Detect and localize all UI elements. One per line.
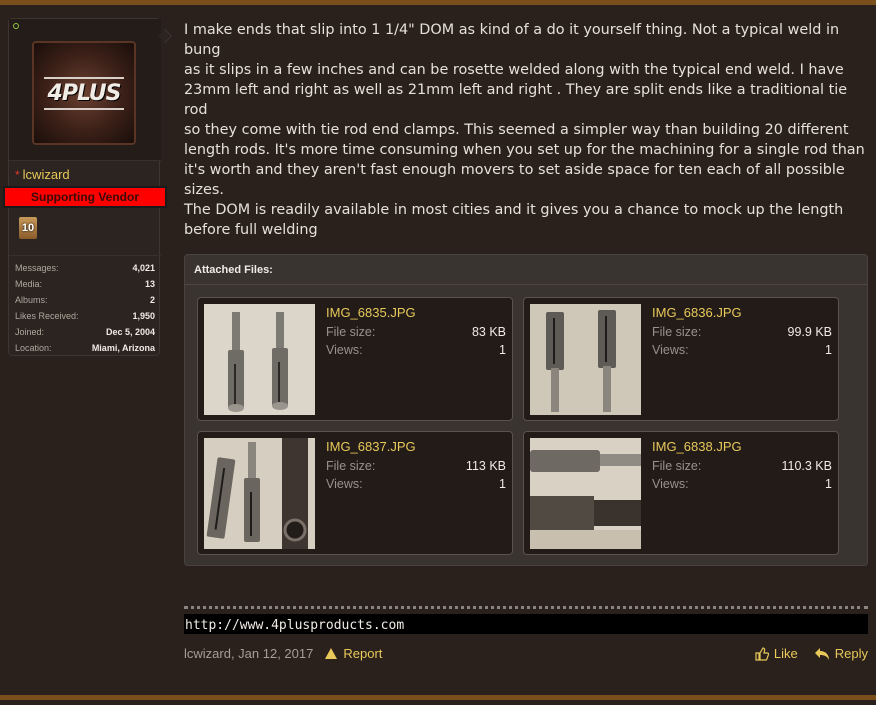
views-value: 1 [499, 343, 506, 357]
size-label: File size: [652, 459, 702, 473]
views-label: Views: [326, 477, 363, 491]
message-body: I make ends that slip into 1 1/4" DOM as… [184, 20, 870, 240]
stat-label: Joined: [15, 327, 45, 337]
stat-label: Location: [15, 343, 52, 353]
stat-joined: Joined: Dec 5, 2004 [15, 324, 155, 340]
stat-label: Messages: [15, 263, 59, 273]
post-actions: Like Reply [739, 646, 868, 661]
username-text[interactable]: lcwizard [23, 167, 70, 182]
attached-files-block: Attached Files: IMG_6835.JPG File size: 8… [184, 254, 868, 566]
stat-label: Albums: [15, 295, 48, 305]
post-author-date[interactable]: lcwizard, Jan 12, 2017 [184, 646, 313, 661]
size-label: File size: [652, 325, 702, 339]
attachment-size-row: File size: 83 KB [326, 325, 506, 339]
size-value: 83 KB [471, 325, 506, 339]
supporting-vendor-banner: Supporting Vendor [3, 186, 167, 208]
views-value: 1 [825, 477, 832, 491]
stat-albums: Albums: 2 [15, 292, 155, 308]
stat-value[interactable]: 4,021 [132, 260, 155, 276]
stat-media: Media: 13 [15, 276, 155, 292]
attachment-size-row: File size: 99.9 KB [652, 325, 832, 339]
attachment-size-row: File size: 110.3 KB [652, 459, 832, 473]
stat-value[interactable]: Miami, Arizona [92, 340, 155, 356]
thumbs-up-icon [755, 646, 769, 661]
size-value: 110.3 KB [781, 459, 832, 473]
bottom-border [0, 695, 876, 700]
size-value: 99.9 KB [787, 325, 832, 339]
attachment-views-row: Views: 1 [652, 477, 832, 491]
stat-value[interactable]: 13 [145, 276, 155, 292]
stat-value: 1,950 [132, 311, 155, 321]
size-label: File size: [326, 459, 376, 473]
attachment-item[interactable]: IMG_6835.JPG File size: 83 KB Views: 1 [197, 297, 513, 421]
reply-button[interactable]: Reply [814, 646, 868, 661]
signature-divider [184, 606, 868, 609]
views-label: Views: [652, 477, 689, 491]
user-stats: Messages: 4,021 Media: 13 Albums: 2 Likes R… [9, 255, 161, 356]
attachment-views-row: Views: 1 [652, 343, 832, 357]
post-meta: lcwizard, Jan 12, 2017 Report [184, 646, 382, 661]
warning-icon [325, 648, 338, 659]
attachment-filename-link[interactable]: IMG_6835.JPG [326, 305, 416, 320]
attachment-thumbnail[interactable] [530, 304, 641, 415]
message-line: as it slips in a few inches and can be r… [184, 62, 848, 118]
attachment-thumbnail[interactable] [204, 304, 315, 415]
message-line: I make ends that slip into 1 1/4" DOM as… [184, 22, 840, 58]
stat-label: Media: [15, 279, 43, 289]
username[interactable]: * lcwizard [15, 167, 70, 182]
views-value: 1 [825, 343, 832, 357]
avatar-logo-text: 4PLUS [43, 76, 125, 110]
signature: http://www.4plusproducts.com [184, 614, 868, 634]
attached-files-title: Attached Files: [185, 255, 867, 285]
top-border [0, 0, 876, 5]
stat-value: Dec 5, 2004 [105, 327, 155, 337]
like-button[interactable]: Like [755, 646, 798, 661]
stat-value[interactable]: 2 [150, 292, 155, 308]
size-label: File size: [326, 325, 376, 339]
attachment-item[interactable]: IMG_6837.JPG File size: 113 KB Views: 1 [197, 431, 513, 555]
star-icon: * [15, 168, 20, 182]
attachment-thumbnail[interactable] [530, 438, 641, 549]
message-line: The DOM is readily available in most cit… [184, 202, 844, 238]
stat-messages: Messages: 4,021 [15, 260, 155, 276]
report-button[interactable]: Report [325, 646, 382, 661]
attachment-filename-link[interactable]: IMG_6838.JPG [652, 439, 742, 454]
like-label: Like [773, 646, 798, 661]
online-status-icon [13, 23, 19, 29]
reply-icon [814, 647, 829, 660]
size-value: 113 KB [465, 459, 506, 473]
attachment-item[interactable]: IMG_6838.JPG File size: 110.3 KB Views: 1 [523, 431, 839, 555]
attachment-size-row: File size: 113 KB [326, 459, 506, 473]
user-info-panel: 4PLUS * lcwizard Supporting Vendor 10 Mes… [3, 18, 173, 356]
trophy-badge-icon[interactable]: 10 [19, 217, 37, 239]
report-label: Report [343, 646, 383, 661]
attachment-filename-link[interactable]: IMG_6836.JPG [652, 305, 742, 320]
stat-likes: Likes Received: 1,950 [15, 308, 155, 324]
stat-label: Likes Received: [15, 311, 79, 321]
attachment-filename-link[interactable]: IMG_6837.JPG [326, 439, 416, 454]
views-value: 1 [499, 477, 506, 491]
attachment-views-row: Views: 1 [326, 477, 506, 491]
message-line: so they come with tie rod end clamps. Th… [184, 122, 865, 198]
attachment-views-row: Views: 1 [326, 343, 506, 357]
reply-label: Reply [834, 646, 868, 661]
avatar[interactable]: 4PLUS [32, 41, 136, 145]
stat-location: Location: Miami, Arizona [15, 340, 155, 356]
attachment-thumbnail[interactable] [204, 438, 315, 549]
signature-link[interactable]: http://www.4plusproducts.com [185, 618, 404, 633]
avatar-container: 4PLUS [9, 19, 161, 161]
views-label: Views: [652, 343, 689, 357]
views-label: Views: [326, 343, 363, 357]
attachment-item[interactable]: IMG_6836.JPG File size: 99.9 KB Views: 1 [523, 297, 839, 421]
